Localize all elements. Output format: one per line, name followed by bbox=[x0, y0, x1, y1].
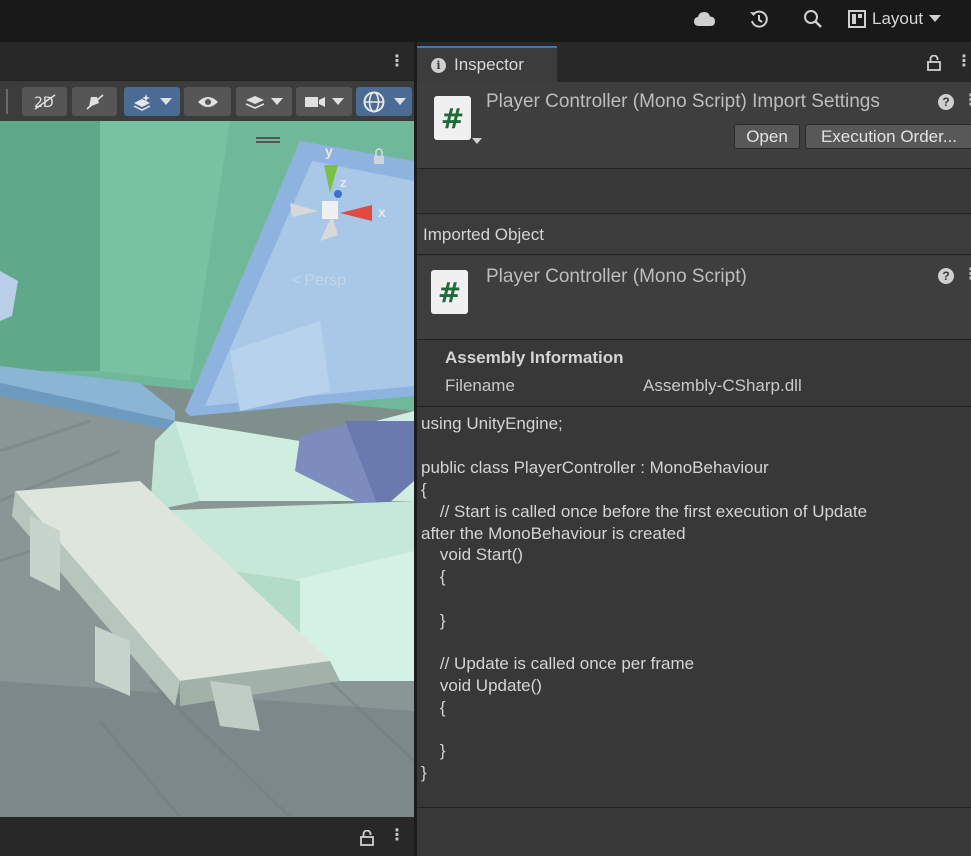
tab-inspector[interactable]: i Inspector bbox=[417, 46, 557, 82]
code-line: // Update is called once per frame bbox=[421, 654, 695, 673]
code-line: using UnityEngine; bbox=[421, 414, 563, 433]
assembly-title: Assembly Information bbox=[445, 348, 624, 367]
imported-object-title: Player Controller (Mono Script) bbox=[486, 266, 747, 287]
gizmo-x-label[interactable]: x bbox=[378, 204, 386, 220]
layers-icon bbox=[245, 95, 265, 109]
code-line: } bbox=[421, 763, 427, 782]
layers-fx-icon bbox=[133, 93, 151, 111]
layout-dropdown[interactable]: Layout bbox=[848, 6, 942, 32]
scene-more-menu-icon[interactable]: ⋮ bbox=[389, 54, 405, 70]
eye-icon bbox=[197, 96, 218, 107]
code-line: { bbox=[421, 698, 446, 717]
code-line: } bbox=[421, 741, 446, 760]
toolbar-grip[interactable] bbox=[6, 89, 8, 114]
chevron-down-icon bbox=[160, 97, 172, 105]
inspector-panel: # Player Controller (Mono Script) Import… bbox=[417, 82, 971, 856]
chevron-down-icon bbox=[271, 97, 283, 105]
layout-icon bbox=[848, 10, 866, 28]
scene-toolbar: 2D bbox=[0, 80, 414, 121]
import-settings-title: Player Controller (Mono Script) Import S… bbox=[486, 91, 880, 112]
open-button[interactable]: Open bbox=[734, 124, 800, 149]
cloud-icon[interactable] bbox=[694, 9, 716, 29]
tab-inspector-label: Inspector bbox=[454, 55, 524, 74]
import-settings-header: # Player Controller (Mono Script) Import… bbox=[417, 82, 971, 169]
chevron-down-icon bbox=[394, 97, 406, 105]
imported-object-title-bar: # Player Controller (Mono Script) ? ⋮ bbox=[417, 256, 971, 340]
chevron-down-icon bbox=[332, 97, 344, 105]
scene-bottombar: ⋮ bbox=[0, 817, 414, 856]
script-file-icon: # bbox=[434, 96, 471, 140]
help-icon[interactable]: ? bbox=[938, 94, 954, 110]
lock-icon[interactable] bbox=[360, 829, 374, 849]
search-icon[interactable] bbox=[802, 9, 824, 29]
gizmos-dropdown[interactable] bbox=[356, 87, 412, 116]
imported-object-label: Imported Object bbox=[423, 224, 544, 244]
code-line: public class PlayerController : MonoBeha… bbox=[421, 458, 769, 477]
visibility-toggle-button[interactable] bbox=[184, 87, 231, 116]
imported-object-header: Imported Object bbox=[417, 215, 971, 255]
import-settings-body bbox=[417, 170, 971, 214]
caret-down-icon[interactable] bbox=[472, 138, 482, 145]
camera-dropdown[interactable] bbox=[296, 87, 352, 116]
toggle-2d-button[interactable]: 2D bbox=[22, 87, 67, 116]
script-file-icon: # bbox=[431, 270, 468, 314]
main-toolbar: Layout bbox=[0, 0, 971, 40]
filename-value: Assembly-CSharp.dll bbox=[643, 376, 802, 395]
code-line: } bbox=[421, 611, 446, 630]
script-preview[interactable]: using UnityEngine; public class PlayerCo… bbox=[417, 408, 971, 808]
code-line: void Start() bbox=[421, 545, 524, 564]
inspector-tabbar: i Inspector ⋮ bbox=[417, 42, 971, 82]
gizmo-icon bbox=[363, 91, 385, 112]
filename-label: Filename bbox=[445, 376, 515, 395]
code-line: void Update() bbox=[421, 676, 542, 695]
inspector-lock-icon[interactable] bbox=[927, 54, 941, 74]
info-icon: i bbox=[431, 57, 446, 73]
layout-label: Layout bbox=[872, 9, 924, 28]
execution-order-button[interactable]: Execution Order... bbox=[805, 124, 971, 149]
gizmo-y-label[interactable]: y bbox=[325, 143, 333, 159]
chevron-left-icon: < bbox=[292, 272, 302, 289]
scene-bottom-more-icon[interactable]: ⋮ bbox=[389, 828, 405, 844]
component-menu-icon[interactable]: ⋮ bbox=[963, 93, 971, 109]
lighting-toggle-button[interactable] bbox=[72, 87, 117, 116]
2d-icon: 2D bbox=[34, 93, 55, 111]
code-line: // Start is called once before the first… bbox=[421, 502, 868, 521]
projection-label: Persp bbox=[304, 272, 347, 289]
light-icon bbox=[85, 93, 104, 110]
assembly-information: Assembly Information Filename Assembly-C… bbox=[417, 341, 971, 407]
history-icon[interactable] bbox=[748, 9, 770, 29]
inspector-more-menu-icon[interactable]: ⋮ bbox=[956, 54, 971, 70]
help-icon[interactable]: ? bbox=[938, 268, 954, 284]
draw-mode-dropdown[interactable] bbox=[236, 87, 292, 116]
code-line: { bbox=[421, 567, 446, 586]
camera-icon bbox=[305, 96, 325, 107]
component-menu-icon[interactable]: ⋮ bbox=[963, 267, 971, 283]
scene-tabbar: ⋮ bbox=[0, 42, 414, 80]
code-line: after the MonoBehaviour is created bbox=[421, 524, 686, 543]
code-line: { bbox=[421, 480, 427, 499]
scene-viewport[interactable]: y z x < Persp bbox=[0, 121, 414, 817]
gizmo-z-label[interactable]: z bbox=[340, 175, 347, 190]
projection-toggle[interactable]: < Persp bbox=[292, 272, 346, 290]
scene-fx-toggle-button[interactable] bbox=[124, 87, 180, 116]
chevron-down-icon bbox=[929, 15, 942, 22]
scene-render bbox=[0, 121, 414, 817]
